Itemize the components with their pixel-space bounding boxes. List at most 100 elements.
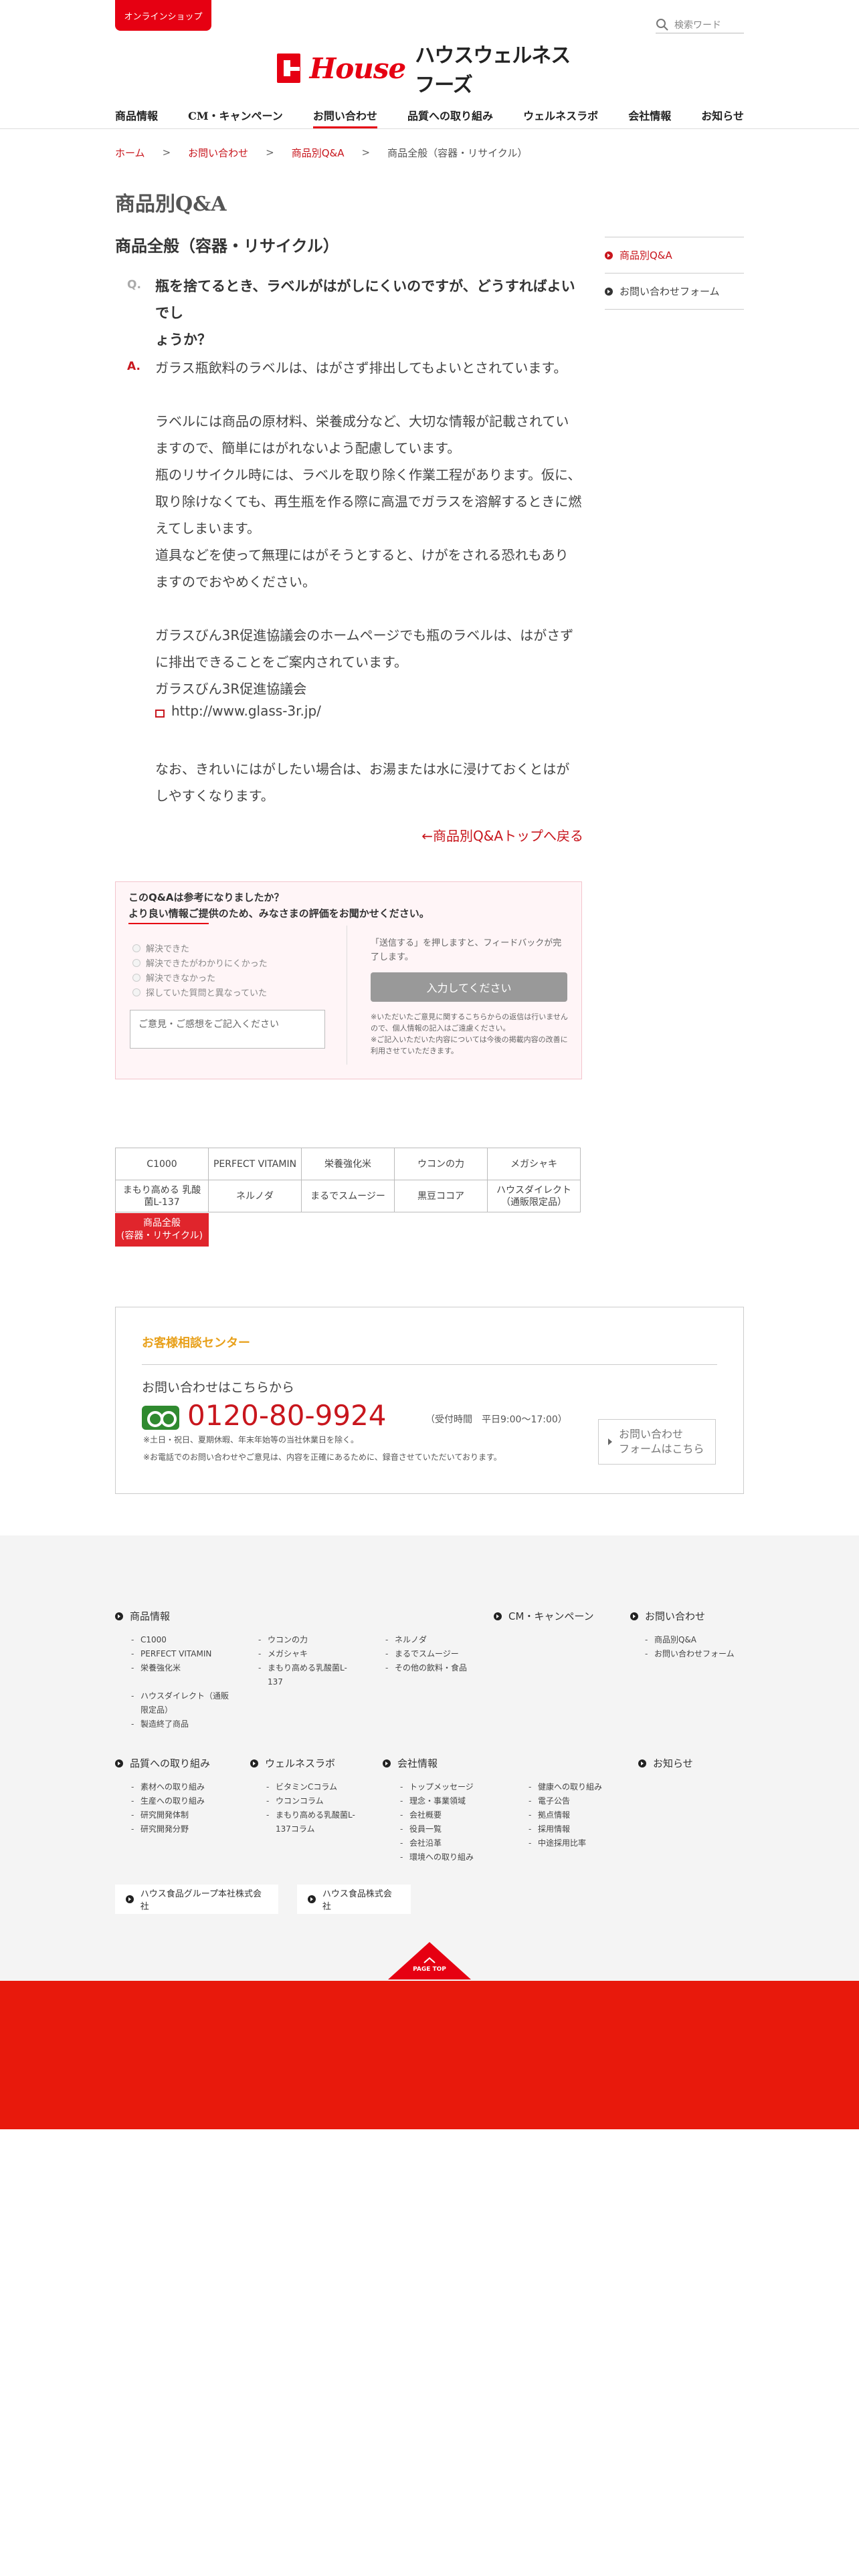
product-link-l137[interactable]: まもり高める 乳酸菌L-137 — [115, 1180, 209, 1212]
comment-textarea[interactable]: ご意見・ご感想をご記入ください — [130, 1010, 325, 1049]
footer-link[interactable]: 拠点情報 — [529, 1808, 629, 1822]
product-link-black-bean-cocoa[interactable]: 黒豆ココア — [394, 1180, 488, 1212]
sidebar-item-qa[interactable]: 商品別Q&A — [605, 237, 744, 274]
footer-link[interactable]: 製造終了商品 — [131, 1717, 231, 1731]
sidebar-item-inquiry-form[interactable]: お問い合わせフォーム — [605, 274, 744, 310]
footer-lab-links: ビタミンCコラム ウコンコラム まもり高める乳酸菌L-137コラム — [266, 1780, 367, 1836]
footer-heading-quality[interactable]: 品質への取り組み — [115, 1756, 210, 1770]
answer-line: ますので、簡単にはがれないよう配慮しています。 — [155, 440, 461, 456]
footer-link[interactable]: 中途採用比率 — [529, 1836, 629, 1850]
footer-heading-company[interactable]: 会社情報 — [383, 1756, 438, 1770]
answer-line: ガラスびん3R促進協議会 — [155, 681, 307, 697]
active-category-line: (容器・リサイクル) — [120, 1230, 203, 1241]
external-url-link[interactable]: http://www.glass-3r.jp/ — [171, 703, 321, 719]
footer-link[interactable]: 電子公告 — [529, 1794, 629, 1808]
footer-link[interactable]: トップメッセージ — [400, 1780, 514, 1794]
answer-line: ガラスびん3R促進協議会のホームページでも瓶のラベルは、はがさず — [155, 627, 574, 643]
survey-option-solved[interactable]: 解決できた — [132, 942, 189, 954]
footer-link[interactable]: ビタミンCコラム — [266, 1780, 367, 1794]
footer-link[interactable]: メガシャキ — [258, 1647, 359, 1661]
footer-link[interactable]: ウコンコラム — [266, 1794, 367, 1808]
footer-link[interactable]: 素材への取り組み — [131, 1780, 231, 1794]
footer-link[interactable]: まもり高める乳酸菌L-137 — [258, 1661, 359, 1689]
footer-heading-label: ウェルネスラボ — [265, 1757, 336, 1769]
nav-item-wellness-lab[interactable]: ウェルネスラボ — [523, 100, 598, 128]
survey-option-hard-to-understand[interactable]: 解決できたがわかりにくかった — [132, 956, 268, 969]
footer-link[interactable]: 研究開発体制 — [131, 1808, 231, 1822]
submit-button[interactable]: 入力してください — [371, 972, 567, 1002]
inquiry-form-label: フォームはこちら — [619, 1442, 704, 1455]
contact-subtitle: お問い合わせはこちらから — [142, 1380, 295, 1395]
footer-link[interactable]: 環境への取り組み — [400, 1850, 514, 1864]
radio-button[interactable] — [132, 973, 140, 982]
footer-link[interactable]: ハウスダイレクト（通販限定品） — [131, 1689, 231, 1717]
footer-link[interactable]: 採用情報 — [529, 1822, 629, 1836]
product-link-megashaki[interactable]: メガシャキ — [487, 1148, 581, 1180]
footer-link[interactable]: まもり高める乳酸菌L-137コラム — [266, 1808, 367, 1836]
nav-item-cm-campaign[interactable]: CM・キャンペーン — [188, 100, 283, 128]
footer-link[interactable]: その他の飲料・食品 — [385, 1661, 486, 1675]
search-placeholder[interactable]: 検索ワード — [674, 18, 721, 31]
nav-item-company[interactable]: 会社情報 — [628, 100, 671, 128]
footer-link[interactable]: 会社概要 — [400, 1808, 514, 1822]
footer-link[interactable]: 会社沿革 — [400, 1836, 514, 1850]
footer-heading-news[interactable]: お知らせ — [638, 1756, 693, 1770]
arrow-circle-icon — [115, 1612, 123, 1620]
footer-heading-inquiry[interactable]: お問い合わせ — [630, 1609, 705, 1623]
section-title: 商品全般（容器・リサイクル） — [115, 237, 339, 255]
back-to-qa-link[interactable]: ←商品別Q&Aトップへ戻る — [375, 825, 583, 845]
footer-quality-links: 素材への取り組み 生産への取り組み 研究開発体制 研究開発分野 — [131, 1780, 231, 1836]
group-link-house-foods[interactable]: ハウス食品株式会社 — [297, 1885, 411, 1914]
nav-item-products[interactable]: 商品情報 — [115, 100, 158, 128]
nav-item-news[interactable]: お知らせ — [701, 100, 744, 128]
footer-link[interactable]: 理念・事業領域 — [400, 1794, 514, 1808]
nav-item-quality[interactable]: 品質への取り組み — [407, 100, 493, 128]
footer-link[interactable]: 栄養強化米 — [131, 1661, 231, 1675]
footer-heading-label: 会社情報 — [397, 1757, 438, 1769]
footer-link[interactable]: 生産への取り組み — [131, 1794, 231, 1808]
footer-link[interactable]: 研究開発分野 — [131, 1822, 231, 1836]
footer-link[interactable]: 役員一覧 — [400, 1822, 514, 1836]
survey-option-not-solved[interactable]: 解決できなかった — [132, 971, 215, 984]
radio-button[interactable] — [132, 944, 140, 952]
phone-number[interactable]: 0120-80-9924 — [187, 1399, 387, 1432]
footer-heading-lab[interactable]: ウェルネスラボ — [250, 1756, 335, 1770]
inquiry-form-label: お問い合わせ — [619, 1428, 684, 1440]
footer-link[interactable]: C1000 — [131, 1633, 231, 1647]
inquiry-form-button[interactable]: お問い合わせ フォームはこちら — [598, 1419, 716, 1465]
survey-option-label: 解決できなかった — [146, 974, 216, 984]
footer-link[interactable]: お問い合わせフォーム — [645, 1647, 745, 1661]
online-shop-tab[interactable]: オンラインショップ — [115, 0, 211, 31]
radio-button[interactable] — [132, 958, 140, 967]
breadcrumb-qa[interactable]: 商品別Q&A — [292, 146, 345, 160]
business-hours: （受付時間 平日9:00〜17:00） — [425, 1414, 567, 1425]
product-link-fortified-rice[interactable]: 栄養強化米 — [301, 1148, 395, 1180]
breadcrumb-inquiry[interactable]: お問い合わせ — [188, 146, 248, 160]
product-link-perfect-vitamin[interactable]: PERFECT VITAMIN — [208, 1148, 302, 1180]
arrow-circle-icon — [250, 1759, 258, 1767]
breadcrumb-home[interactable]: ホーム — [115, 146, 145, 160]
site-logo[interactable]: House ハウスウェルネスフーズ — [277, 44, 582, 97]
radio-button[interactable] — [132, 988, 140, 996]
product-link-ukon[interactable]: ウコンの力 — [394, 1148, 488, 1180]
nav-item-inquiry[interactable]: お問い合わせ — [312, 100, 377, 128]
footer-link[interactable]: まるでスムージー — [385, 1647, 486, 1661]
group-link-hgh[interactable]: ハウス食品グループ本社株式会社 — [115, 1885, 278, 1914]
survey-option-different-question[interactable]: 探していた質問と異なっていた — [132, 986, 267, 998]
freedial-icon — [142, 1406, 179, 1430]
product-link-nerunoda[interactable]: ネルノダ — [208, 1180, 302, 1212]
search-box[interactable]: 検索ワード — [656, 16, 744, 33]
breadcrumb-separator: > — [266, 146, 274, 158]
product-link-house-direct[interactable]: ハウスダイレクト （通販限定品） — [487, 1180, 581, 1212]
footer-link[interactable]: PERFECT VITAMIN — [131, 1647, 231, 1661]
product-link-c1000[interactable]: C1000 — [115, 1148, 209, 1180]
footer-link[interactable]: 商品別Q&A — [645, 1633, 745, 1647]
product-link-general-active[interactable]: 商品全般 (容器・リサイクル) — [115, 1213, 209, 1247]
footer-link[interactable]: ネルノダ — [385, 1633, 486, 1647]
question-text: 瓶を捨てるとき、ラベルがはがしにくいのですが、どうすればよいでし ょうか？ — [155, 273, 583, 353]
footer-heading-products[interactable]: 商品情報 — [115, 1609, 170, 1623]
footer-link[interactable]: ウコンの力 — [258, 1633, 359, 1647]
product-link-smoothie[interactable]: まるでスムージー — [301, 1180, 395, 1212]
footer-link[interactable]: 健康への取り組み — [529, 1780, 629, 1794]
footer-heading-cm[interactable]: CM・キャンペーン — [494, 1609, 594, 1623]
